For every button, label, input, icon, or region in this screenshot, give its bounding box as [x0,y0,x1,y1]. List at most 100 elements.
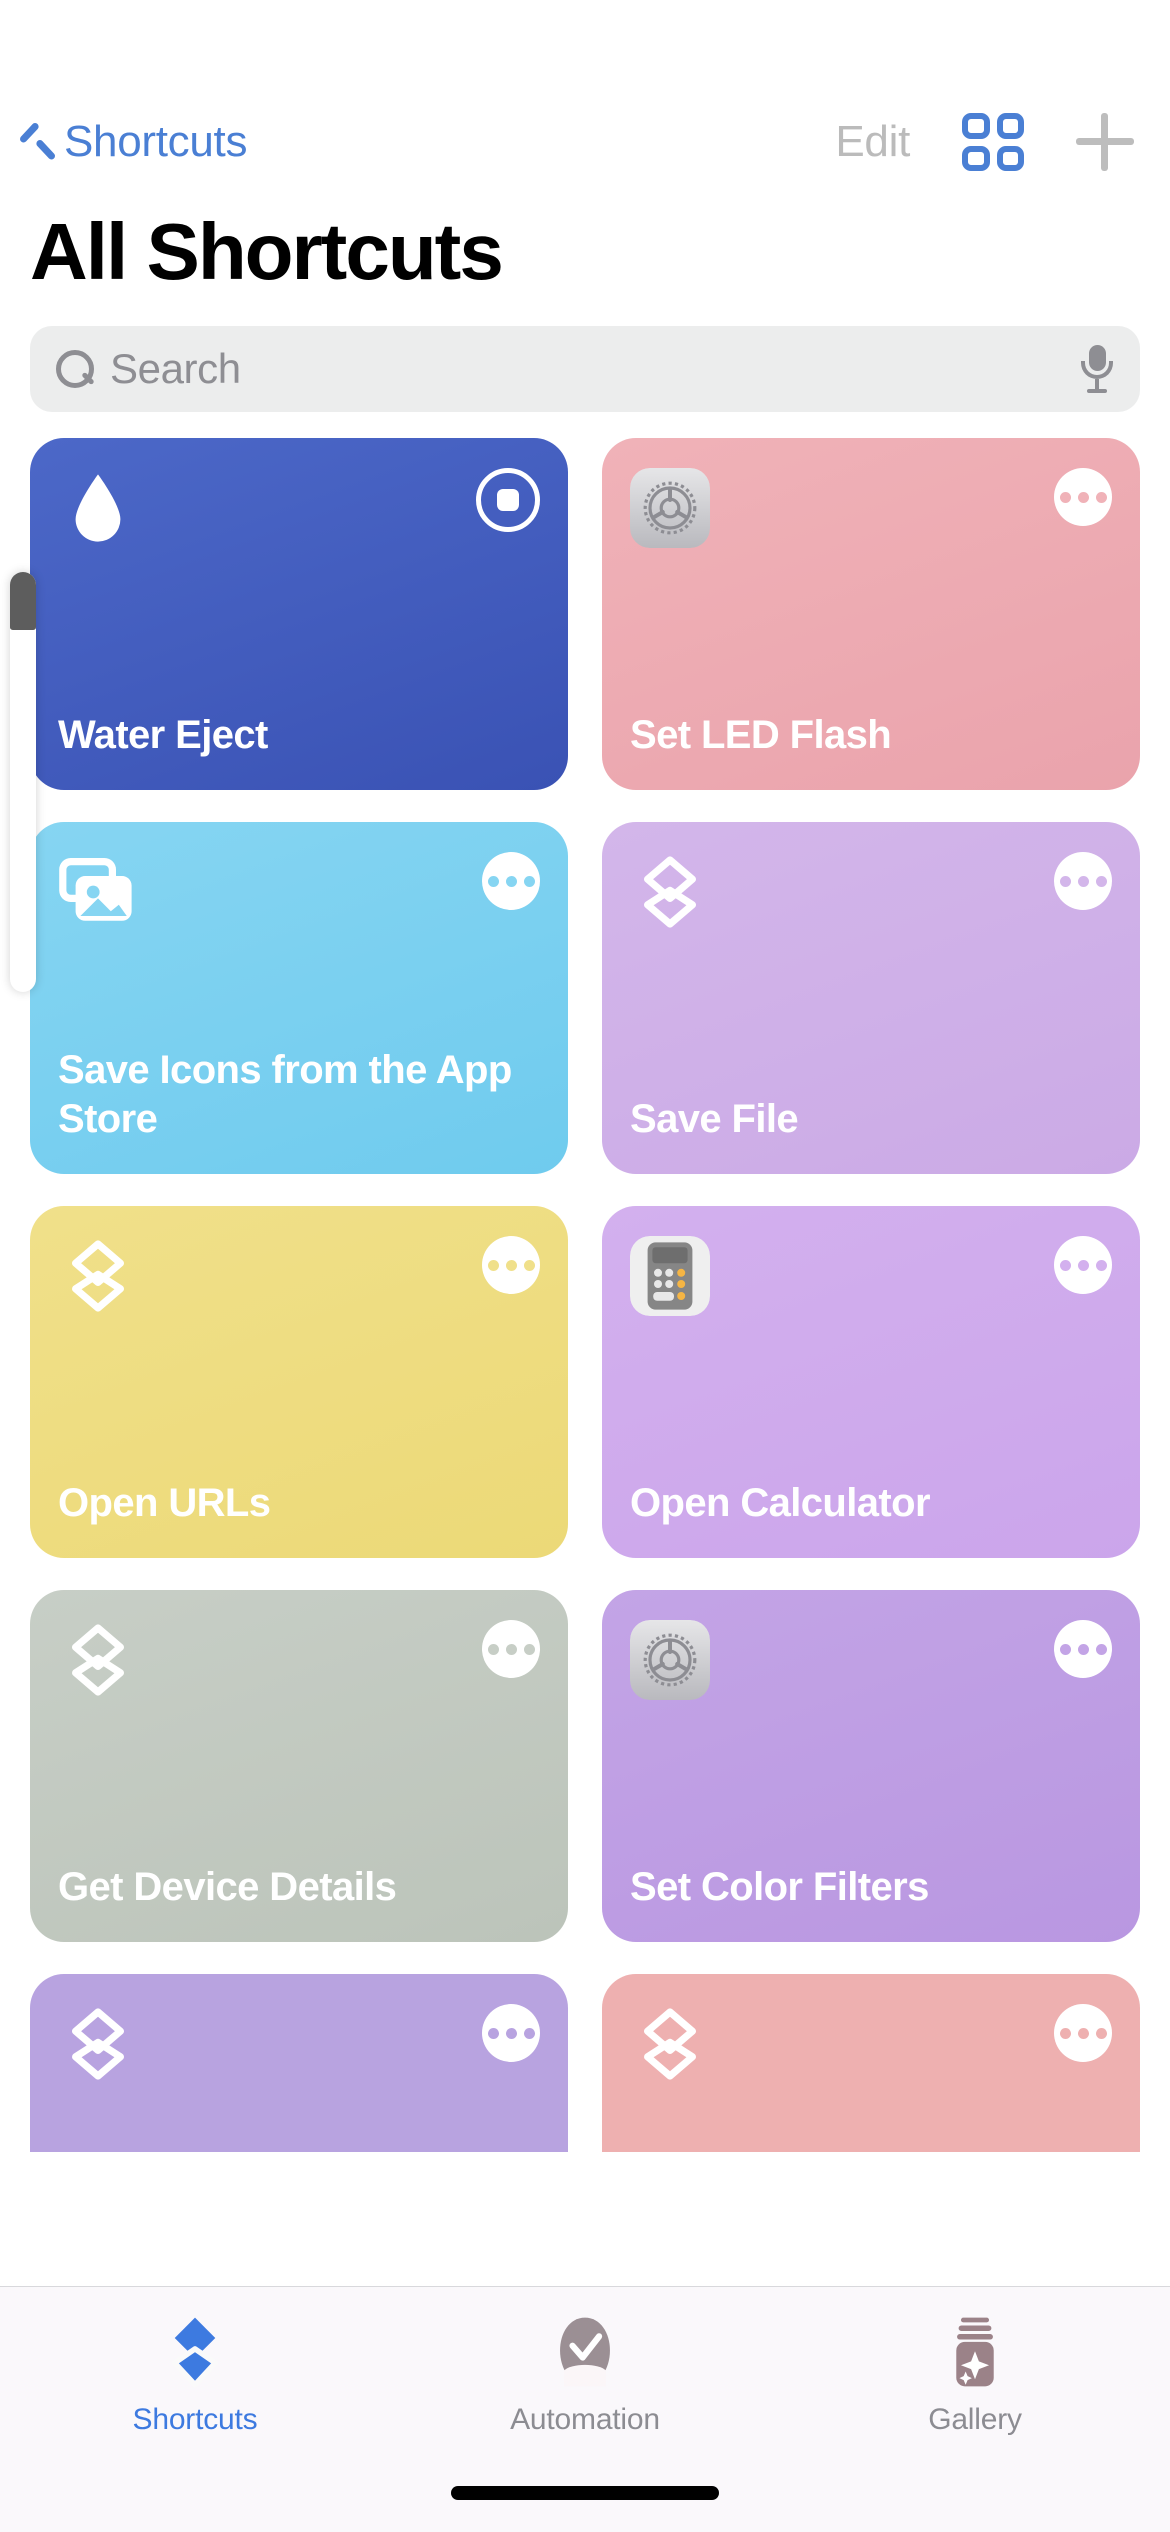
ellipsis-dot-icon [1077,2027,1089,2039]
shortcut-card[interactable]: Save Icons from the App Store [30,822,568,1174]
shortcuts-layers-icon [58,1236,138,1316]
stop-square-icon [497,489,519,511]
more-button[interactable] [1054,1236,1112,1294]
grid-view-icon[interactable] [962,113,1024,171]
ellipsis-dot-icon [505,1259,517,1271]
ellipsis-dot-icon [1077,1259,1089,1271]
shortcut-card[interactable] [602,1974,1140,2152]
mic-base [1087,389,1107,393]
status-bar-spacer [0,0,1170,92]
shortcut-card-header [58,852,540,932]
shortcuts-app-screen: Shortcuts Edit All Shortcuts Search Wate… [0,0,1170,2532]
ellipsis-dot-icon [1095,1259,1107,1271]
photos-stack-icon [58,852,138,932]
settings-app-icon [630,1620,710,1700]
grid-cell [996,113,1024,139]
shortcut-card-title: Water Eject [58,713,268,758]
shortcut-card[interactable]: Water Eject [30,438,568,790]
water-drop-icon [58,468,138,548]
ellipsis-dot-icon [1059,491,1071,503]
shortcut-card-title: Open URLs [58,1481,271,1526]
ellipsis-dot-icon [523,1259,535,1271]
shortcut-card-header [58,1620,540,1700]
more-button[interactable] [482,852,540,910]
tab-label: Gallery [928,2403,1022,2436]
shortcuts-layers-icon [156,2313,234,2391]
search-input[interactable]: Search [30,326,1140,412]
ellipsis-dot-icon [1077,875,1089,887]
ellipsis-dot-icon [1059,1643,1071,1655]
more-button[interactable] [482,2004,540,2062]
shortcut-card[interactable]: Save File [602,822,1140,1174]
ellipsis-dot-icon [487,875,499,887]
edit-button[interactable]: Edit [835,117,910,167]
shortcut-card-header [58,468,540,548]
plus-icon[interactable] [1076,113,1134,171]
shortcut-card-header [630,852,1112,932]
shortcuts-layers-icon [58,2004,138,2084]
ellipsis-dot-icon [505,1643,517,1655]
tab-label: Shortcuts [132,2403,258,2436]
ellipsis-dot-icon [1059,875,1071,887]
microphone-icon[interactable] [1080,345,1114,393]
more-button[interactable] [482,1236,540,1294]
shortcut-card[interactable]: Set Color Filters [602,1590,1140,1942]
shortcut-card-title: Set LED Flash [630,713,892,758]
grid-cell [996,145,1024,171]
shortcut-card-header [630,2004,1112,2084]
ellipsis-dot-icon [487,1643,499,1655]
shortcuts-grid: Water Eject Set LED Flash Save Icons from … [0,412,1170,2152]
tab-gallery[interactable]: Gallery [780,2313,1170,2437]
more-button[interactable] [1054,2004,1112,2062]
ellipsis-dot-icon [487,2027,499,2039]
grid-cell [962,113,990,139]
ellipsis-dot-icon [1059,2027,1071,2039]
tab-shortcuts[interactable]: Shortcuts [0,2313,390,2437]
shortcut-card-title: Get Device Details [58,1865,397,1910]
more-button[interactable] [1054,468,1112,526]
navbar-actions: Edit [835,113,1134,171]
shortcut-card[interactable]: Open URLs [30,1206,568,1558]
search-container: Search [0,298,1170,412]
shortcut-card-header [630,1620,1112,1700]
shortcut-card-header [58,1236,540,1316]
navigation-bar: Shortcuts Edit [0,92,1170,192]
tab-automation[interactable]: Automation [390,2313,780,2437]
shortcut-card[interactable]: Get Device Details [30,1590,568,1942]
more-button[interactable] [482,1620,540,1678]
page-title: All Shortcuts [30,207,504,296]
stop-button[interactable] [476,468,540,532]
ellipsis-dot-icon [1077,1643,1089,1655]
more-button[interactable] [1054,852,1112,910]
shortcut-card-title: Save File [630,1097,799,1142]
tab-label: Automation [510,2403,660,2436]
calculator-app-icon [630,1236,710,1316]
ellipsis-dot-icon [523,2027,535,2039]
shortcuts-layers-icon [630,2004,710,2084]
ellipsis-dot-icon [505,875,517,887]
ellipsis-dot-icon [1077,491,1089,503]
mic-arc [1081,361,1113,379]
ellipsis-dot-icon [487,1259,499,1271]
search-placeholder: Search [110,345,241,392]
ellipsis-dot-icon [1095,491,1107,503]
shortcut-card[interactable] [30,1974,568,2152]
shortcut-card[interactable]: Open Calculator [602,1206,1140,1558]
ellipsis-dot-icon [505,2027,517,2039]
settings-app-icon [630,468,710,548]
ellipsis-dot-icon [523,1643,535,1655]
shortcut-card-title: Set Color Filters [630,1865,929,1910]
search-icon [56,350,94,388]
shortcut-card-title: Open Calculator [630,1481,931,1526]
more-button[interactable] [1054,1620,1112,1678]
ellipsis-dot-icon [1095,875,1107,887]
back-button[interactable]: Shortcuts [24,117,247,167]
home-indicator [451,2486,719,2500]
shortcuts-layers-icon [58,1620,138,1700]
ellipsis-dot-icon [1095,2027,1107,2039]
ellipsis-dot-icon [1059,1259,1071,1271]
automation-check-icon [546,2313,624,2391]
shortcut-card[interactable]: Set LED Flash [602,438,1140,790]
shortcut-card-header [630,1236,1112,1316]
shortcuts-layers-icon [630,852,710,932]
